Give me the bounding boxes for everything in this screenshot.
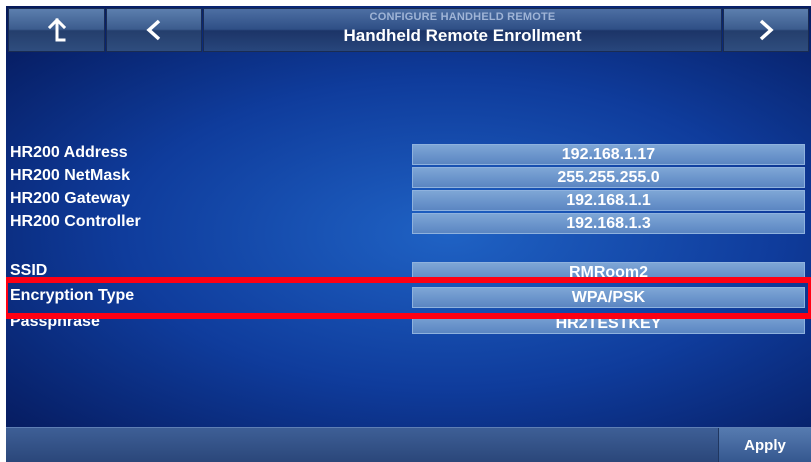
page-title: Handheld Remote Enrollment — [343, 26, 582, 45]
up-button[interactable] — [8, 8, 105, 52]
chevron-right-icon — [759, 19, 774, 41]
field-label-address: HR200 Address — [10, 144, 128, 161]
field-value-ssid[interactable]: RMRoom2 — [412, 262, 805, 283]
field-label-ssid: SSID — [10, 262, 48, 279]
field-value-address[interactable]: 192.168.1.17 — [412, 144, 805, 165]
top-bar: CONFIGURE HANDHELD REMOTE Handheld Remot… — [6, 6, 811, 54]
field-label-controller: HR200 Controller — [10, 213, 141, 230]
apply-button[interactable]: Apply — [718, 428, 811, 462]
back-button[interactable] — [106, 8, 202, 52]
field-value-gateway[interactable]: 192.168.1.1 — [412, 190, 805, 211]
next-button[interactable] — [723, 8, 809, 52]
field-label-netmask: HR200 NetMask — [10, 167, 131, 184]
field-label-gateway: HR200 Gateway — [10, 190, 131, 207]
enrollment-screen: CONFIGURE HANDHELD REMOTE Handheld Remot… — [6, 6, 811, 462]
field-value-passphrase[interactable]: HR2TESTKEY — [412, 313, 805, 334]
title-panel: CONFIGURE HANDHELD REMOTE Handheld Remot… — [203, 8, 722, 52]
field-value-encryption[interactable]: WPA/PSK — [412, 287, 805, 308]
up-arrow-icon — [47, 18, 66, 42]
chevron-left-icon — [146, 19, 161, 41]
field-label-passphrase: Passphrase — [10, 313, 100, 330]
field-value-netmask[interactable]: 255.255.255.0 — [412, 167, 805, 188]
field-label-encryption: Encryption Type — [10, 287, 135, 304]
field-value-controller[interactable]: 192.168.1.3 — [412, 213, 805, 234]
page-subtitle: CONFIGURE HANDHELD REMOTE — [369, 11, 556, 23]
bottom-bar: Apply — [6, 427, 811, 462]
